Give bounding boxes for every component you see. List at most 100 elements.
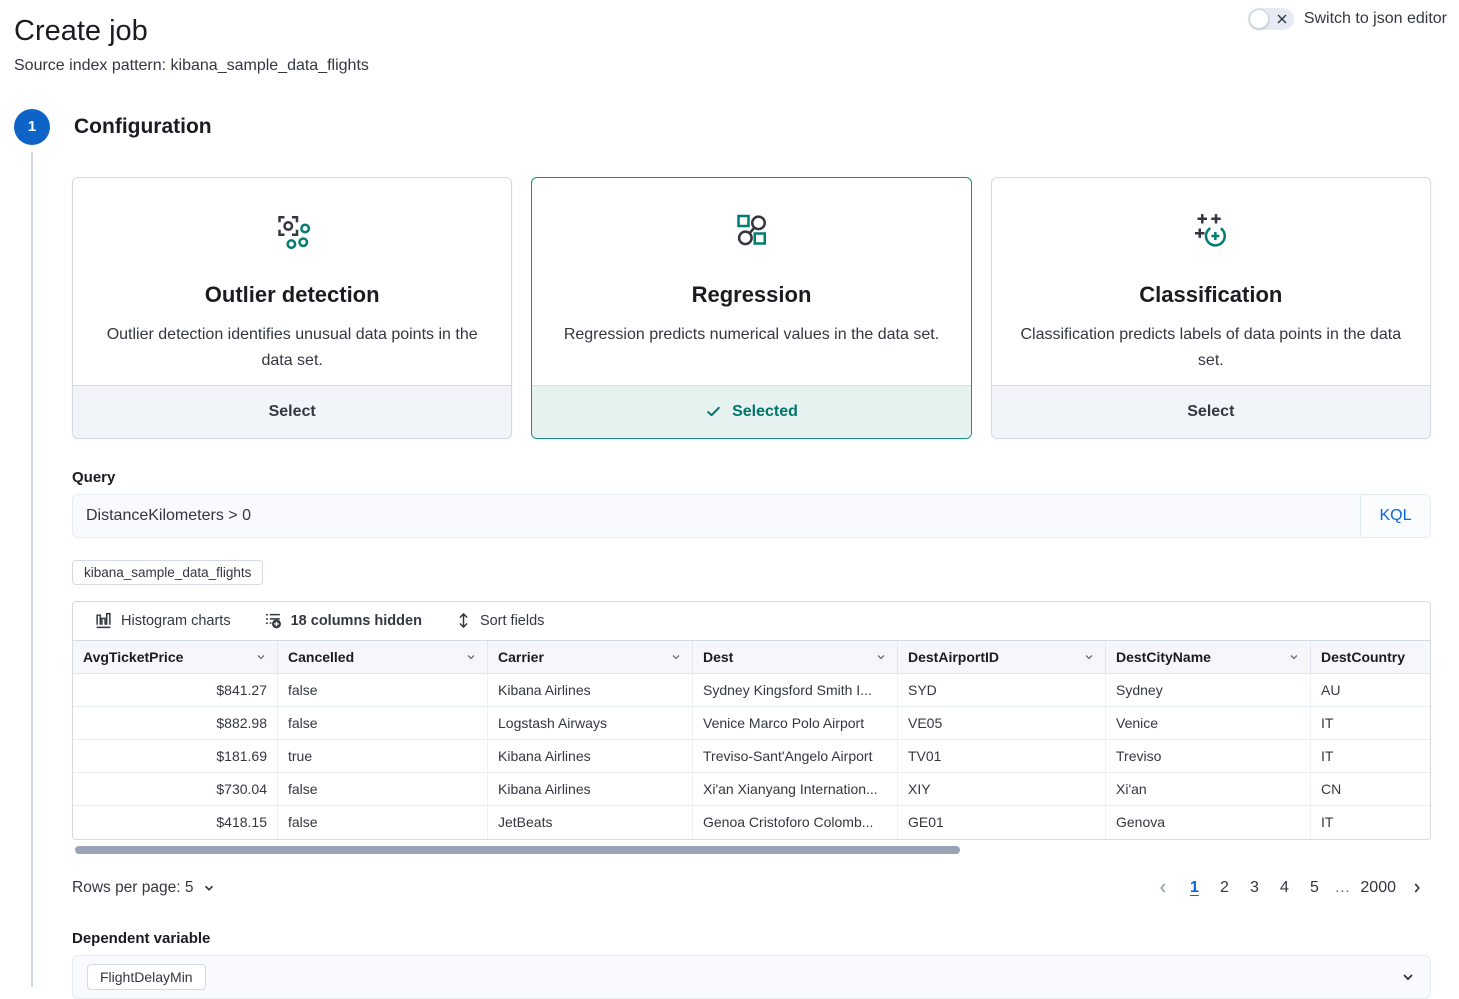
cell-carrier: Logstash Airways <box>488 707 693 740</box>
card-classification[interactable]: Classification Classification predicts l… <box>991 177 1431 439</box>
regression-selected-label: Selected <box>732 403 798 421</box>
cell-avgticketprice: $181.69 <box>73 740 278 773</box>
configuration-section: Outlier detection Outlier detection iden… <box>72 177 1431 999</box>
sort-fields-button[interactable]: Sort fields <box>456 612 544 629</box>
cell-destcityname: Sydney <box>1106 674 1311 707</box>
check-icon <box>705 403 722 420</box>
data-grid: Histogram charts 18 columns hidden Sort … <box>72 601 1431 840</box>
column-label: Cancelled <box>288 649 354 665</box>
chevron-right-icon <box>1410 881 1424 895</box>
page-button-2[interactable]: 2 <box>1211 875 1237 901</box>
step-connector-line <box>31 152 33 987</box>
json-editor-switch[interactable] <box>1248 8 1294 30</box>
card-description: Outlier detection identifies unusual dat… <box>97 322 487 374</box>
column-label: DestAirportID <box>908 649 999 665</box>
page-button-1[interactable]: 1 <box>1181 875 1207 901</box>
column-header-avgticketprice[interactable]: AvgTicketPrice <box>73 641 278 674</box>
card-title: Outlier detection <box>205 282 380 308</box>
cell-avgticketprice: $882.98 <box>73 707 278 740</box>
sort-fields-label: Sort fields <box>480 613 544 629</box>
kql-language-button[interactable]: KQL <box>1360 495 1430 537</box>
grid-table: AvgTicketPrice Cancelled Carrier Dest De… <box>73 641 1430 839</box>
card-regression-body: Regression Regression predicts numerical… <box>532 178 970 385</box>
cell-cancelled: false <box>278 806 488 839</box>
column-header-carrier[interactable]: Carrier <box>488 641 693 674</box>
index-pattern-badge: kibana_sample_data_flights <box>72 560 263 585</box>
column-header-cancelled[interactable]: Cancelled <box>278 641 488 674</box>
cell-dest: Sydney Kingsford Smith I... <box>693 674 898 707</box>
table-row: $418.15 false JetBeats Genoa Cristoforo … <box>73 806 1430 839</box>
cell-cancelled: false <box>278 707 488 740</box>
cell-avgticketprice: $841.27 <box>73 674 278 707</box>
cell-avgticketprice: $418.15 <box>73 806 278 839</box>
cell-destcityname: Xi'an <box>1106 773 1311 806</box>
cell-destairportid: GE01 <box>898 806 1106 839</box>
select-outlier-label: Select <box>269 403 316 421</box>
dependent-variable-select[interactable]: FlightDelayMin <box>72 955 1431 999</box>
cell-avgticketprice: $730.04 <box>73 773 278 806</box>
column-label: DestCountry <box>1321 649 1405 665</box>
json-editor-toggle-label: Switch to json editor <box>1304 10 1447 28</box>
table-row: $181.69 true Kibana Airlines Treviso-San… <box>73 740 1430 773</box>
cell-dest: Treviso-Sant'Angelo Airport <box>693 740 898 773</box>
cell-cancelled: false <box>278 674 488 707</box>
page-button-2000[interactable]: 2000 <box>1357 875 1399 901</box>
column-header-destcountry[interactable]: DestCountry <box>1311 641 1430 674</box>
column-header-destcityname[interactable]: DestCityName <box>1106 641 1311 674</box>
card-outlier-body: Outlier detection Outlier detection iden… <box>73 178 511 385</box>
grid-header-row: AvgTicketPrice Cancelled Carrier Dest De… <box>73 641 1430 674</box>
rows-per-page-button[interactable]: Rows per page: 5 <box>72 879 216 897</box>
cell-dest: Venice Marco Polo Airport <box>693 707 898 740</box>
dependent-variable-value-badge[interactable]: FlightDelayMin <box>87 964 206 990</box>
select-outlier-button[interactable]: Select <box>73 385 511 438</box>
histogram-charts-button[interactable]: Histogram charts <box>95 612 231 629</box>
chevron-down-icon <box>875 651 887 663</box>
table-row: $730.04 false Kibana Airlines Xi'an Xian… <box>73 773 1430 806</box>
card-regression[interactable]: Regression Regression predicts numerical… <box>531 177 971 439</box>
regression-selected-button[interactable]: Selected <box>532 385 970 438</box>
query-input[interactable]: DistanceKilometers > 0 <box>73 495 1360 537</box>
table-row: $841.27 false Kibana Airlines Sydney Kin… <box>73 674 1430 707</box>
column-label: Carrier <box>498 649 544 665</box>
cell-cancelled: true <box>278 740 488 773</box>
cell-cancelled: false <box>278 773 488 806</box>
step-number-badge: 1 <box>14 109 50 145</box>
cell-carrier: Kibana Airlines <box>488 773 693 806</box>
chevron-down-icon <box>1400 969 1416 985</box>
page-button-5[interactable]: 5 <box>1301 875 1327 901</box>
source-index-subtitle: Source index pattern: kibana_sample_data… <box>14 57 1443 75</box>
chevron-down-icon <box>1083 651 1095 663</box>
column-header-destairportid[interactable]: DestAirportID <box>898 641 1106 674</box>
columns-hidden-label: 18 columns hidden <box>291 613 422 629</box>
step-title: Configuration <box>74 115 212 139</box>
columns-icon <box>265 612 282 629</box>
scrollbar-thumb[interactable] <box>75 846 960 854</box>
cell-carrier: Kibana Airlines <box>488 740 693 773</box>
prev-page-button[interactable] <box>1149 874 1177 902</box>
chevron-down-icon <box>1288 651 1300 663</box>
next-page-button[interactable] <box>1403 874 1431 902</box>
chevron-left-icon <box>1156 881 1170 895</box>
switch-thumb <box>1249 9 1269 29</box>
dependent-variable-label: Dependent variable <box>72 930 1431 947</box>
card-outlier-detection[interactable]: Outlier detection Outlier detection iden… <box>72 177 512 439</box>
card-description: Regression predicts numerical values in … <box>564 322 939 348</box>
page-button-3[interactable]: 3 <box>1241 875 1267 901</box>
data-grid-toolbar: Histogram charts 18 columns hidden Sort … <box>73 602 1430 641</box>
column-label: DestCityName <box>1116 649 1211 665</box>
sort-icon <box>456 612 471 629</box>
cell-destcountry: CN <box>1311 773 1430 806</box>
chevron-down-icon <box>465 651 477 663</box>
column-header-dest[interactable]: Dest <box>693 641 898 674</box>
page-header: Create job Source index pattern: kibana_… <box>0 0 1459 75</box>
card-title: Regression <box>692 282 812 308</box>
columns-hidden-button[interactable]: 18 columns hidden <box>265 612 422 629</box>
page-ellipsis: … <box>1331 879 1353 897</box>
cell-destcityname: Genova <box>1106 806 1311 839</box>
chevron-down-icon <box>202 881 216 895</box>
cell-destcountry: AU <box>1311 674 1430 707</box>
analysis-type-cards: Outlier detection Outlier detection iden… <box>72 177 1431 439</box>
cell-dest: Genoa Cristoforo Colomb... <box>693 806 898 839</box>
select-classification-button[interactable]: Select <box>992 385 1430 438</box>
page-button-4[interactable]: 4 <box>1271 875 1297 901</box>
